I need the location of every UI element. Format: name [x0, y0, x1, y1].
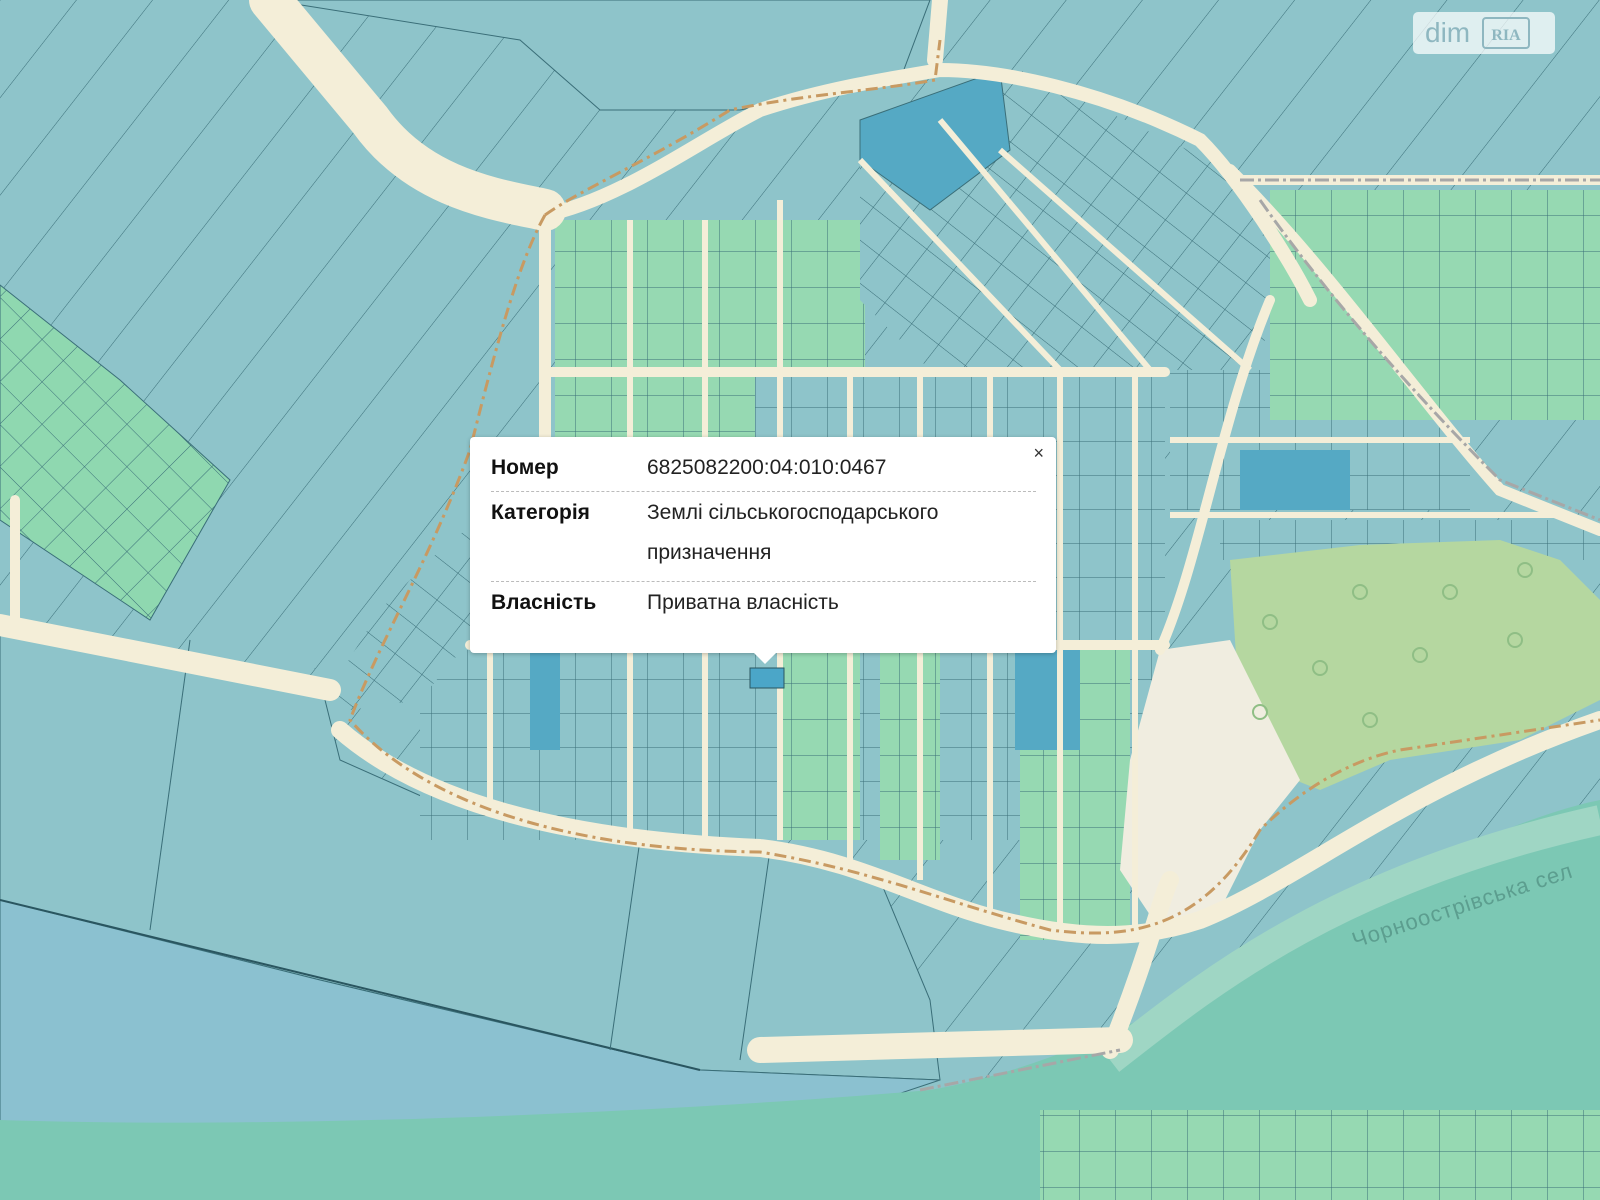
deep-strip [530, 650, 560, 750]
popup-row-ownership: Власність Приватна власність [491, 582, 1036, 626]
popup-label: Номер [491, 456, 559, 479]
parcel-info-popup: × Номер 6825082200:04:010:0467 Категорія… [470, 437, 1056, 664]
ria-logo-icon: RIA [1482, 17, 1531, 49]
ownership: Приватна власність [647, 591, 839, 614]
watermark: dim RIA [1413, 12, 1555, 54]
cadastral-number: 6825082200:04:010:0467 [647, 456, 887, 479]
popup-row-number: Номер 6825082200:04:010:0467 [491, 447, 1036, 492]
deep-strip [1015, 650, 1080, 750]
selected-parcel[interactable] [749, 667, 785, 689]
popup-row-category: Категорія Землі сільськогосподарського п… [491, 492, 1036, 582]
east-deep-block [1240, 450, 1350, 510]
popup-label: Категорія [491, 501, 590, 524]
east-parcels [1270, 190, 1600, 420]
south-parcels [1040, 1110, 1600, 1200]
green-strip [880, 650, 940, 860]
central-block-top [555, 220, 865, 370]
land-category: Землі сільськогосподарського призначення [647, 501, 939, 564]
ria-logo-text: RIA [1491, 27, 1521, 44]
watermark-dim: dim [1425, 17, 1471, 48]
close-icon[interactable]: × [1033, 444, 1044, 462]
popup-label: Власність [491, 591, 597, 614]
